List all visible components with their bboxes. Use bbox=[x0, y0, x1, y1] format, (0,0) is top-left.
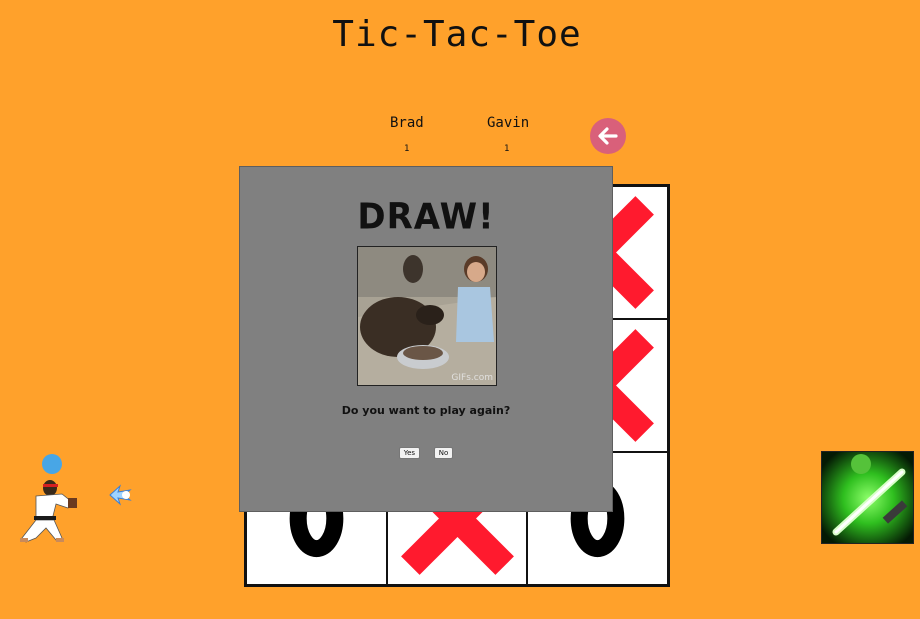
draw-dialog: DRAW! GIFs.com Do you want to play again… bbox=[239, 166, 613, 512]
player2-indicator-dot bbox=[851, 454, 871, 474]
yes-button[interactable]: Yes bbox=[398, 447, 421, 459]
player1-name: Brad bbox=[390, 115, 424, 131]
player1-score: 1 bbox=[404, 144, 410, 154]
player2-score: 1 bbox=[504, 144, 510, 154]
draw-gif-image: GIFs.com bbox=[357, 246, 497, 386]
arrow-left-icon bbox=[598, 127, 618, 145]
back-button[interactable] bbox=[590, 118, 626, 154]
gif-watermark: GIFs.com bbox=[451, 373, 493, 383]
no-button[interactable]: No bbox=[433, 447, 454, 459]
dialog-title: DRAW! bbox=[357, 196, 495, 238]
street-fighter-ryu-icon bbox=[20, 480, 77, 543]
hadouken-fireball-icon bbox=[109, 484, 132, 506]
player2-name: Gavin bbox=[487, 115, 530, 131]
play-again-question: Do you want to play again? bbox=[341, 404, 511, 417]
player1-indicator-dot bbox=[42, 454, 62, 474]
page-title: Tic-Tac-Toe bbox=[332, 14, 582, 55]
